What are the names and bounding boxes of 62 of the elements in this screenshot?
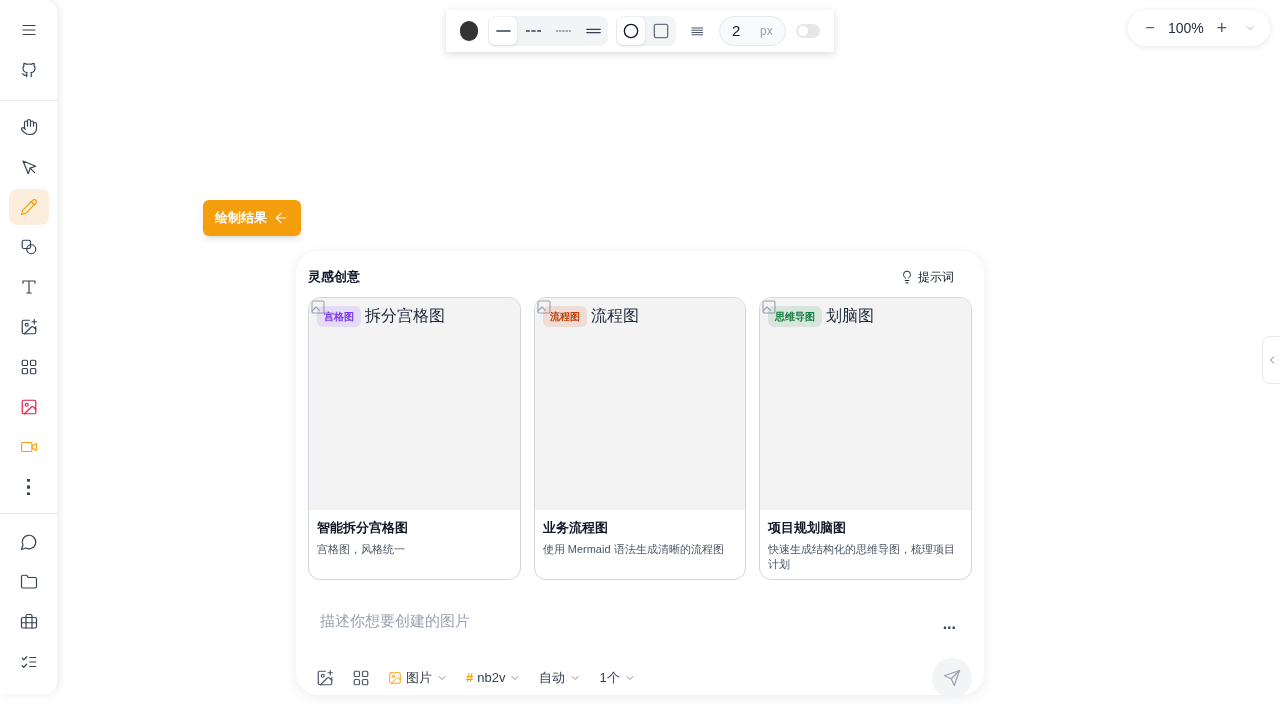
card-title: 智能拆分宫格图 <box>317 519 409 537</box>
zoom-level: 100% <box>1168 18 1204 38</box>
upload-image-button[interactable] <box>316 669 334 687</box>
width-unit: px <box>759 23 773 40</box>
card-description: 使用 Mermaid 语法生成清晰的流程图 <box>542 541 725 557</box>
panel-title: 灵感创意 <box>308 268 360 287</box>
image-icon <box>388 671 402 685</box>
grid-icon <box>19 358 38 376</box>
more-options[interactable]: ... <box>942 612 956 636</box>
arrow-left-icon <box>273 210 289 226</box>
image-icon <box>19 398 38 416</box>
width-value: 2 <box>731 20 741 41</box>
pencil-icon <box>19 198 38 216</box>
more-icon <box>27 479 30 495</box>
template-card[interactable]: 宫格图 拆分宫格图 智能拆分宫格图 宫格图，风格统一 <box>308 297 521 580</box>
line-style-button[interactable] <box>489 17 518 45</box>
briefcase-icon <box>19 613 38 631</box>
option-dropdown[interactable]: 自动 <box>539 668 582 688</box>
broken-image-icon <box>310 299 326 315</box>
template-card[interactable]: 流程图 流程图 业务流程图 使用 Mermaid 语法生成清晰的流程图 <box>533 297 747 580</box>
chat-icon <box>19 533 38 551</box>
prompt-input[interactable]: 描述你想要创建的图片 <box>320 609 943 633</box>
option-dropdown[interactable]: 图片 <box>388 668 448 688</box>
image-alt-text: 流程图 <box>590 306 639 326</box>
broken-image-icon <box>535 299 552 315</box>
dashed-line-icon <box>526 28 541 34</box>
image-alt-text: 划脑图 <box>826 306 875 326</box>
hash-mark: # <box>466 669 474 688</box>
double-line-icon <box>586 28 601 34</box>
pointer-icon <box>19 158 38 176</box>
image-alt-text: 拆分宫格图 <box>365 306 445 326</box>
card-description: 宫格图，风格统一 <box>317 541 406 557</box>
card-description: 快速生成结构化的思维导图，梳理项目计划 <box>768 541 957 572</box>
card-title: 项目规划脑图 <box>768 519 848 537</box>
toggle-switch[interactable] <box>795 24 820 38</box>
grid-button[interactable] <box>352 669 370 687</box>
solid-line-icon <box>496 28 511 34</box>
category-tag: 宫格图 <box>317 305 361 327</box>
checklist-icon <box>19 653 38 671</box>
card-title: 业务流程图 <box>542 519 609 537</box>
shape-button[interactable] <box>617 17 646 45</box>
lightbulb-icon <box>900 270 914 284</box>
color-swatch[interactable] <box>460 21 479 41</box>
add-image-icon <box>316 669 334 687</box>
add-image-icon <box>19 318 38 336</box>
prompt-button[interactable]: 提示词 <box>900 268 954 286</box>
send-icon <box>943 669 961 687</box>
option-dropdown[interactable]: # nb2v <box>466 668 522 688</box>
zoom-out-button[interactable]: − <box>1140 16 1160 40</box>
shapes-icon <box>19 238 38 256</box>
width-field[interactable]: 2 px <box>718 16 786 46</box>
hand-icon <box>19 118 38 136</box>
category-tag: 思维导图 <box>768 305 823 327</box>
template-card[interactable]: 思维导图 划脑图 项目规划脑图 快速生成结构化的思维导图，梳理项目计划 <box>759 297 972 580</box>
option-dropdown[interactable]: 1个 <box>599 668 636 688</box>
category-tag: 流程图 <box>542 305 587 327</box>
cat-head-icon <box>19 61 38 79</box>
zoom-in-button[interactable]: + <box>1211 14 1232 42</box>
text-icon <box>19 278 38 296</box>
grid-icon <box>352 669 370 687</box>
folder-icon <box>19 573 38 591</box>
dotted-line-icon <box>556 28 571 34</box>
